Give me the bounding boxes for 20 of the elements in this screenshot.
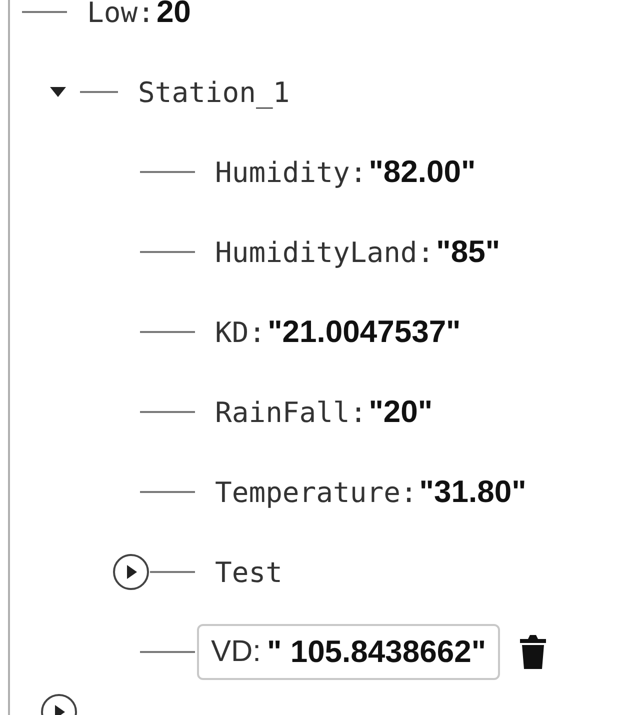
node-key: HumidityLand: xyxy=(215,236,434,269)
trash-icon[interactable] xyxy=(518,633,548,671)
node-key: KD: xyxy=(215,316,266,349)
node-key[interactable]: Station_1 xyxy=(138,76,290,108)
node-key[interactable]: Test xyxy=(215,556,282,588)
node-value: "20" xyxy=(368,394,433,430)
node-key: VD: xyxy=(211,635,262,669)
node-key: Low: xyxy=(87,0,154,29)
node-value: "31.80" xyxy=(419,474,526,510)
node-key: Temperature: xyxy=(215,476,418,509)
expand-icon[interactable] xyxy=(112,553,150,591)
node-value: " 105.8438662" xyxy=(267,634,486,670)
node-value: "82.00" xyxy=(368,154,476,190)
node-key: RainFall: xyxy=(215,396,367,429)
caret-down-icon[interactable] xyxy=(48,86,68,98)
node-value: 20 xyxy=(156,0,191,30)
value-editor-field[interactable]: VD: " 105.8438662" xyxy=(197,624,500,680)
node-key: Humidity: xyxy=(215,156,367,189)
node-value: "85" xyxy=(436,234,500,270)
node-value: "21.0047537" xyxy=(268,314,461,350)
